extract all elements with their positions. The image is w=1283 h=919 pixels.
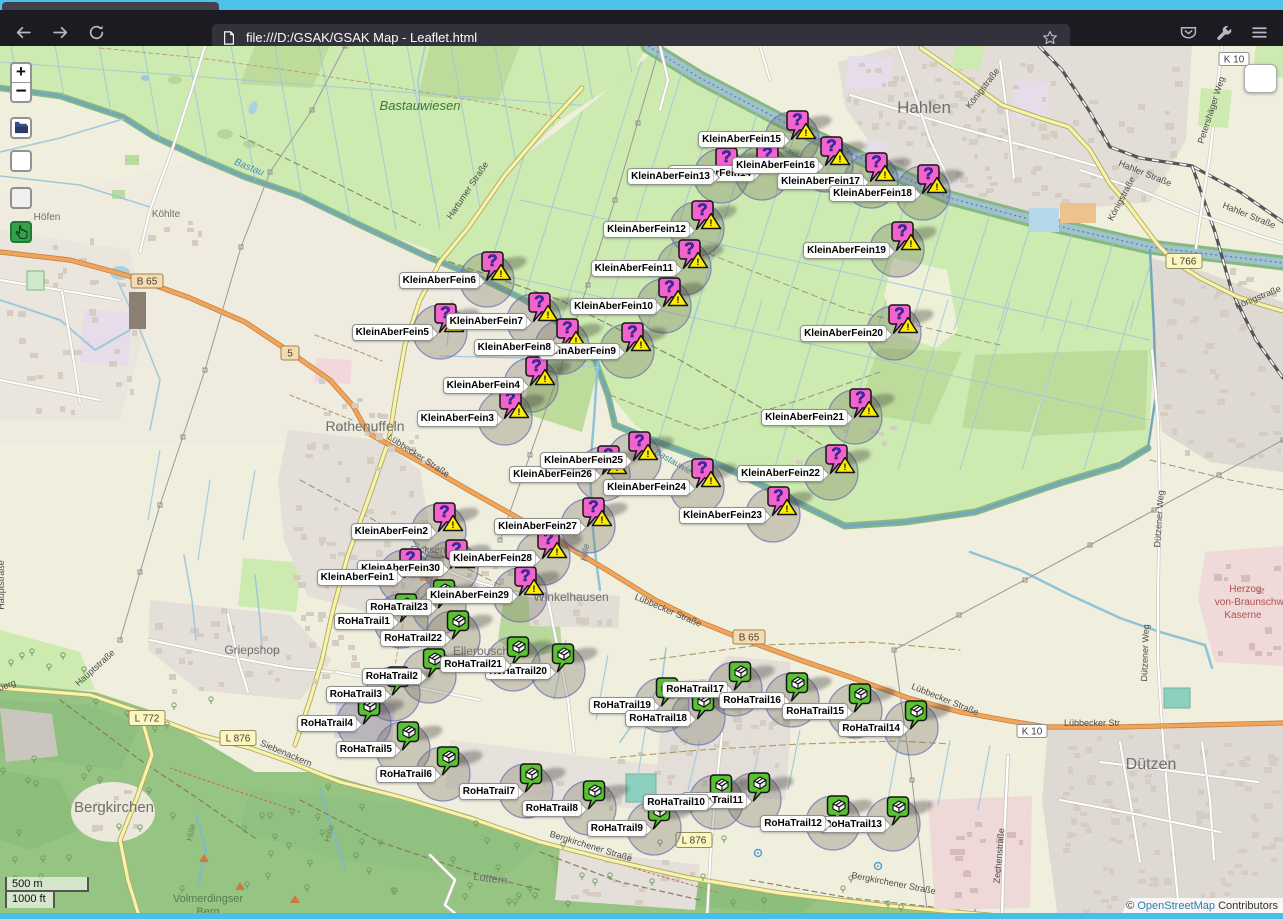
svg-text:!: ! [709,476,712,487]
svg-text:!: ! [785,504,788,515]
svg-text:!: ! [709,218,712,229]
svg-text:Bergkirchener Straße: Bergkirchener Straße [851,870,937,896]
svg-text:!: ! [639,340,642,351]
svg-text:?: ? [697,458,707,477]
svg-text:?: ? [534,292,544,311]
svg-text:L 876: L 876 [226,734,251,745]
svg-text:!: ! [838,154,841,165]
svg-text:Griepshop: Griepshop [224,643,280,657]
svg-text:?: ? [721,147,731,166]
svg-text:?: ? [792,110,802,129]
svg-text:L 766: L 766 [1172,257,1197,268]
svg-text:?: ? [684,239,694,258]
svg-text:?: ? [588,497,598,516]
svg-text:Herzog-: Herzog- [1229,584,1265,595]
svg-text:Höfen: Höfen [34,212,61,223]
svg-text:Hauptstraße: Hauptstraße [0,560,6,610]
svg-text:!: ! [555,547,558,558]
svg-text:?: ? [439,502,449,521]
svg-text:?: ? [855,388,865,407]
svg-text:?: ? [923,164,933,183]
svg-text:© OpenStreetMap Contributors: © OpenStreetMap Contributors [1126,900,1278,912]
svg-text:B 65: B 65 [137,277,158,288]
svg-text:!: ! [517,407,520,418]
svg-text:Volmerdingser: Volmerdingser [173,893,244,905]
svg-text:!: ! [451,520,454,531]
svg-text:!: ! [843,462,846,473]
svg-text:Dützener Weg: Dützener Weg [1139,624,1151,682]
svg-text:Köhlte: Köhlte [152,209,181,220]
svg-text:!: ! [646,449,649,460]
svg-text:Hahlen: Hahlen [897,98,951,117]
svg-text:?: ? [664,277,674,296]
svg-text:L 772: L 772 [135,714,160,725]
svg-text:!: ! [867,406,870,417]
svg-text:?: ? [871,152,881,171]
svg-text:von-Braunschwe: von-Braunschwe [1215,597,1283,608]
svg-text:!: ! [883,170,886,181]
svg-text:!: ! [906,322,909,333]
svg-text:Dützen: Dützen [1126,756,1177,773]
svg-text:Berg: Berg [196,906,219,913]
svg-text:?: ? [831,444,841,463]
svg-text:!: ! [499,269,502,280]
svg-text:!: ! [935,182,938,193]
svg-text:?: ? [520,566,530,585]
svg-text:!: ! [804,128,807,139]
svg-text:?: ? [894,304,904,323]
svg-text:!: ! [546,310,549,321]
svg-text:?: ? [773,486,783,505]
svg-text:?: ? [697,200,707,219]
svg-text:?: ? [627,322,637,341]
svg-text:L 876: L 876 [682,836,707,847]
svg-text:Bergkirchen: Bergkirchen [74,799,154,816]
svg-text:?: ? [826,136,836,155]
svg-text:?: ? [562,318,572,337]
svg-text:Kaserne: Kaserne [1224,610,1262,621]
svg-text:B 65: B 65 [739,633,760,644]
svg-text:?: ? [487,251,497,270]
svg-text:!: ! [909,239,912,250]
svg-text:!: ! [543,374,546,385]
svg-text:?: ? [634,431,644,450]
svg-text:5: 5 [287,349,293,360]
svg-text:!: ! [696,257,699,268]
svg-text:!: ! [676,295,679,306]
svg-text:!: ! [600,515,603,526]
svg-text:Bastauwiesen: Bastauwiesen [380,98,461,113]
svg-text:K 10: K 10 [1224,55,1245,66]
svg-text:K 10: K 10 [1022,727,1043,738]
svg-text:?: ? [897,221,907,240]
svg-text:!: ! [532,584,535,595]
svg-text:Lübbecker Str: Lübbecker Str [1064,718,1120,728]
